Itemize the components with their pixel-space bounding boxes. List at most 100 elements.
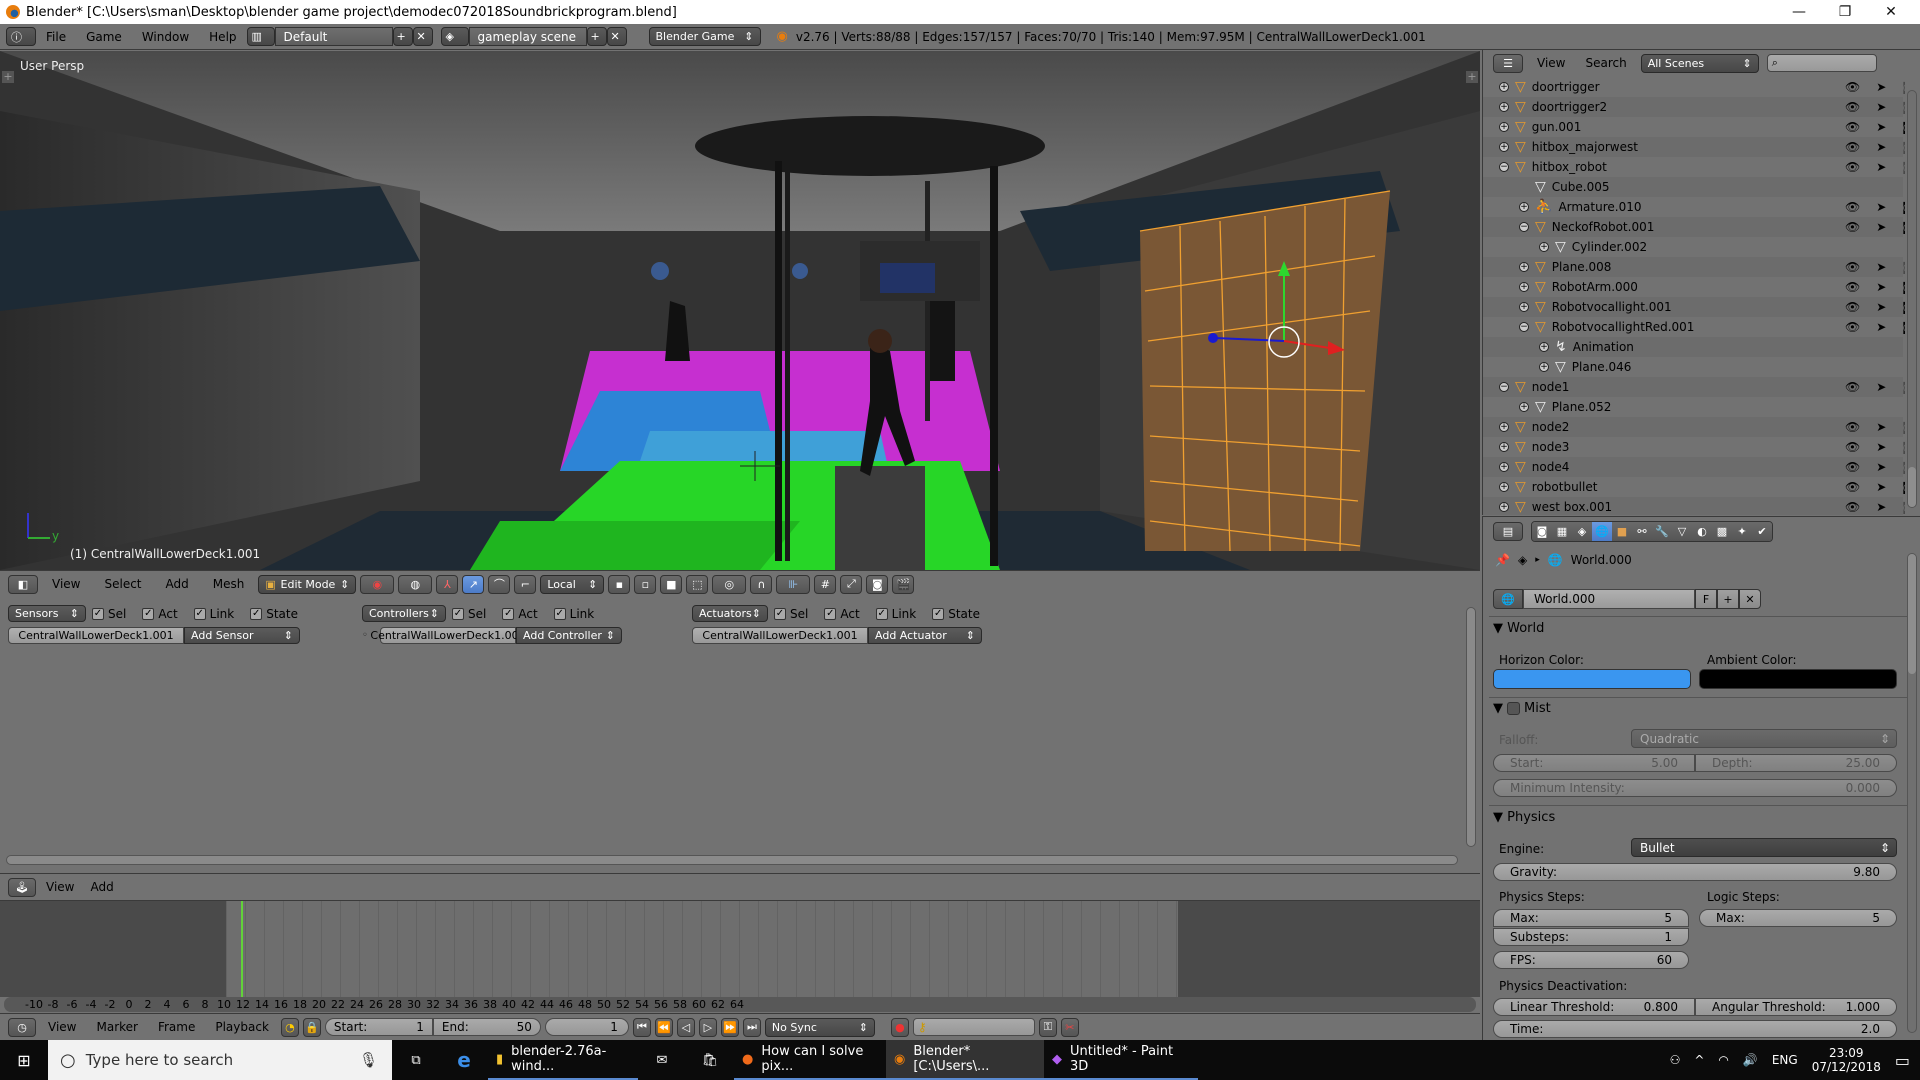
pivot-point-dropdown[interactable]: ◍ bbox=[398, 574, 433, 594]
expand-toggle-icon[interactable]: + bbox=[1499, 442, 1509, 452]
editor-type-timeline[interactable]: ◷ bbox=[8, 1017, 36, 1037]
editor-type-3dview[interactable]: ◧ bbox=[8, 574, 38, 594]
renderable-camera-icon[interactable]: ◙ bbox=[1902, 460, 1905, 474]
toolshelf-expand-icon[interactable]: + bbox=[2, 71, 14, 83]
outliner-item-name[interactable]: Armature.010 bbox=[1558, 200, 1641, 214]
timeline-menu-view[interactable]: View bbox=[40, 1020, 84, 1034]
horizon-color-swatch[interactable] bbox=[1493, 669, 1691, 689]
outliner-item-name[interactable]: Plane.052 bbox=[1552, 400, 1612, 414]
renderable-camera-icon[interactable]: ◙ bbox=[1902, 120, 1905, 134]
selectable-cursor-icon[interactable]: ➤ bbox=[1876, 320, 1886, 334]
renderable-camera-icon[interactable]: ◙ bbox=[1902, 160, 1905, 174]
selectable-cursor-icon[interactable]: ➤ bbox=[1876, 160, 1886, 174]
timeline-menu-marker[interactable]: Marker bbox=[88, 1020, 145, 1034]
renderable-camera-icon[interactable]: ◙ bbox=[1902, 280, 1905, 294]
actuators-link-checkbox[interactable]: ✓ Link bbox=[875, 607, 916, 621]
menu-select[interactable]: Select bbox=[94, 577, 151, 591]
expand-toggle-icon[interactable]: + bbox=[1499, 422, 1509, 432]
close-button[interactable]: ✕ bbox=[1868, 0, 1914, 24]
outliner-item-name[interactable]: Plane.046 bbox=[1572, 360, 1632, 374]
edge-browser-button[interactable]: e bbox=[440, 1048, 488, 1072]
outliner-item[interactable]: + ▽ node2 👁 ➤ ◙ bbox=[1483, 417, 1905, 437]
jump-end-button[interactable]: ⏭ bbox=[742, 1017, 761, 1037]
selectable-cursor-icon[interactable]: ➤ bbox=[1876, 460, 1886, 474]
current-frame-field[interactable]: 1 bbox=[544, 1018, 629, 1036]
edge-select-mode[interactable]: ▫ bbox=[634, 574, 657, 594]
menu-add[interactable]: Add bbox=[156, 577, 199, 591]
renderable-camera-icon[interactable]: ◙ bbox=[1902, 200, 1905, 214]
angular-threshold-field[interactable]: Angular Threshold: 1.000 bbox=[1695, 998, 1897, 1016]
outliner-item[interactable]: + ▽ robotbullet 👁 ➤ ◙ bbox=[1483, 477, 1905, 497]
renderable-camera-icon[interactable]: ◙ bbox=[1902, 420, 1905, 434]
visibility-eye-icon[interactable]: 👁 bbox=[1845, 480, 1860, 494]
deactivation-time-field[interactable]: Time: 2.0 bbox=[1493, 1020, 1897, 1038]
outliner-item-name[interactable]: RobotvocallightRed.001 bbox=[1552, 320, 1695, 334]
pin-icon[interactable]: 📌 bbox=[1495, 553, 1510, 567]
taskbar-app-explorer[interactable]: ▮ blender-2.76a-wind... bbox=[488, 1040, 638, 1080]
controllers-dropdown[interactable]: Controllers ⇕ bbox=[362, 605, 446, 622]
outliner-item[interactable]: + ▽ RobotArm.000 👁 ➤ ◙ bbox=[1483, 277, 1905, 297]
outliner-item[interactable]: −▽ NeckofRobot.001 👁 ➤ ◙ bbox=[1483, 217, 1905, 237]
outliner-item[interactable]: −▽ node1 👁 ➤ ◙ bbox=[1483, 377, 1905, 397]
logic-menu-view[interactable]: View bbox=[40, 880, 80, 894]
add-actuator-dropdown[interactable]: Add Actuator ⇕ bbox=[868, 627, 982, 644]
preview-range-toggle[interactable]: ◔ bbox=[280, 1017, 299, 1037]
visibility-eye-icon[interactable]: 👁 bbox=[1845, 160, 1860, 174]
outliner-item-name[interactable]: node1 bbox=[1532, 380, 1570, 394]
scale-manipulator[interactable]: ⌐ bbox=[514, 574, 537, 594]
expand-toggle-icon[interactable]: + bbox=[1539, 342, 1549, 352]
visibility-eye-icon[interactable]: 👁 bbox=[1845, 460, 1860, 474]
expand-toggle-icon[interactable]: + bbox=[1519, 282, 1529, 292]
3d-viewport[interactable]: User Persp y (1) CentralWallLowerDeck1.0… bbox=[0, 51, 1480, 570]
visibility-eye-icon[interactable]: 👁 bbox=[1845, 300, 1860, 314]
fps-field[interactable]: FPS: 60 bbox=[1493, 951, 1689, 969]
properties-expand-icon[interactable]: + bbox=[1466, 71, 1478, 83]
timeline-menu-playback[interactable]: Playback bbox=[207, 1020, 277, 1034]
controllers-link-checkbox[interactable]: ✓ Link bbox=[553, 607, 594, 621]
task-view-button[interactable]: ⧉ bbox=[392, 1053, 440, 1068]
mist-panel-header[interactable]: ▼ Mist bbox=[1493, 701, 1551, 716]
start-button[interactable]: ⊞ bbox=[0, 1040, 48, 1080]
expand-toggle-icon[interactable]: + bbox=[1499, 82, 1509, 92]
menu-game[interactable]: Game bbox=[76, 30, 132, 44]
outliner-item-name[interactable]: Plane.008 bbox=[1552, 260, 1612, 274]
controllers-object-name[interactable]: CentralWallLowerDeck1.001 bbox=[370, 627, 526, 644]
expand-toggle-icon[interactable]: + bbox=[1499, 462, 1509, 472]
wifi-icon[interactable]: ◠ bbox=[1718, 1053, 1728, 1067]
actuators-state-checkbox[interactable]: ✓ State bbox=[932, 607, 980, 621]
logic-vertical-scrollbar[interactable] bbox=[1466, 607, 1476, 847]
opengl-render-button[interactable]: ⤢ bbox=[840, 574, 863, 594]
start-frame-field[interactable]: Start: 1 bbox=[324, 1018, 433, 1036]
visibility-eye-icon[interactable]: 👁 bbox=[1845, 280, 1860, 294]
fake-user-button[interactable]: F bbox=[1695, 589, 1717, 609]
lock-range-toggle[interactable]: 🔒 bbox=[302, 1017, 321, 1037]
screen-layout-field[interactable]: Default bbox=[274, 27, 393, 46]
menu-file[interactable]: File bbox=[36, 30, 76, 44]
tab-constraints[interactable]: ⚯ bbox=[1632, 522, 1652, 541]
layers-toggle[interactable]: # bbox=[814, 574, 837, 594]
play-reverse-button[interactable]: ◁ bbox=[676, 1017, 695, 1037]
timeline-menu-frame[interactable]: Frame bbox=[150, 1020, 203, 1034]
expand-toggle-icon[interactable]: + bbox=[1519, 302, 1529, 312]
expand-toggle-icon[interactable]: + bbox=[1539, 242, 1549, 252]
visibility-eye-icon[interactable]: 👁 bbox=[1845, 100, 1860, 114]
outliner-item-name[interactable]: robotbullet bbox=[1532, 480, 1598, 494]
editor-type-outliner[interactable]: ☰ bbox=[1493, 53, 1523, 73]
snap-element-dropdown[interactable]: ⊪ bbox=[776, 574, 811, 594]
collapse-toggle-icon[interactable]: − bbox=[1519, 322, 1529, 332]
visibility-eye-icon[interactable]: 👁 bbox=[1845, 440, 1860, 454]
sensors-sel-checkbox[interactable]: ✓ Sel bbox=[92, 607, 126, 621]
tab-texture[interactable]: ▩ bbox=[1712, 522, 1732, 541]
outliner-item[interactable]: + ▽ node4 👁 ➤ ◙ bbox=[1483, 457, 1905, 477]
remove-layout-button[interactable]: ✕ bbox=[412, 27, 433, 46]
renderable-camera-icon[interactable]: ◙ bbox=[1902, 480, 1905, 494]
outliner-item[interactable]: + ⛹ Armature.010 👁 ➤ ◙ bbox=[1483, 197, 1905, 217]
scene-field[interactable]: gameplay scene bbox=[468, 27, 587, 46]
outliner-scrollbar-track[interactable] bbox=[1907, 90, 1917, 508]
next-keyframe-button[interactable]: ⏩ bbox=[720, 1017, 739, 1037]
selectable-cursor-icon[interactable]: ➤ bbox=[1876, 380, 1886, 394]
actuators-object-name[interactable]: CentralWallLowerDeck1.001 bbox=[692, 627, 868, 644]
expand-toggle-icon[interactable]: + bbox=[1519, 402, 1529, 412]
people-icon[interactable]: ⚇ bbox=[1670, 1053, 1681, 1067]
outliner-item[interactable]: + ▽ west box.001 👁 ➤ ◙ bbox=[1483, 497, 1905, 515]
